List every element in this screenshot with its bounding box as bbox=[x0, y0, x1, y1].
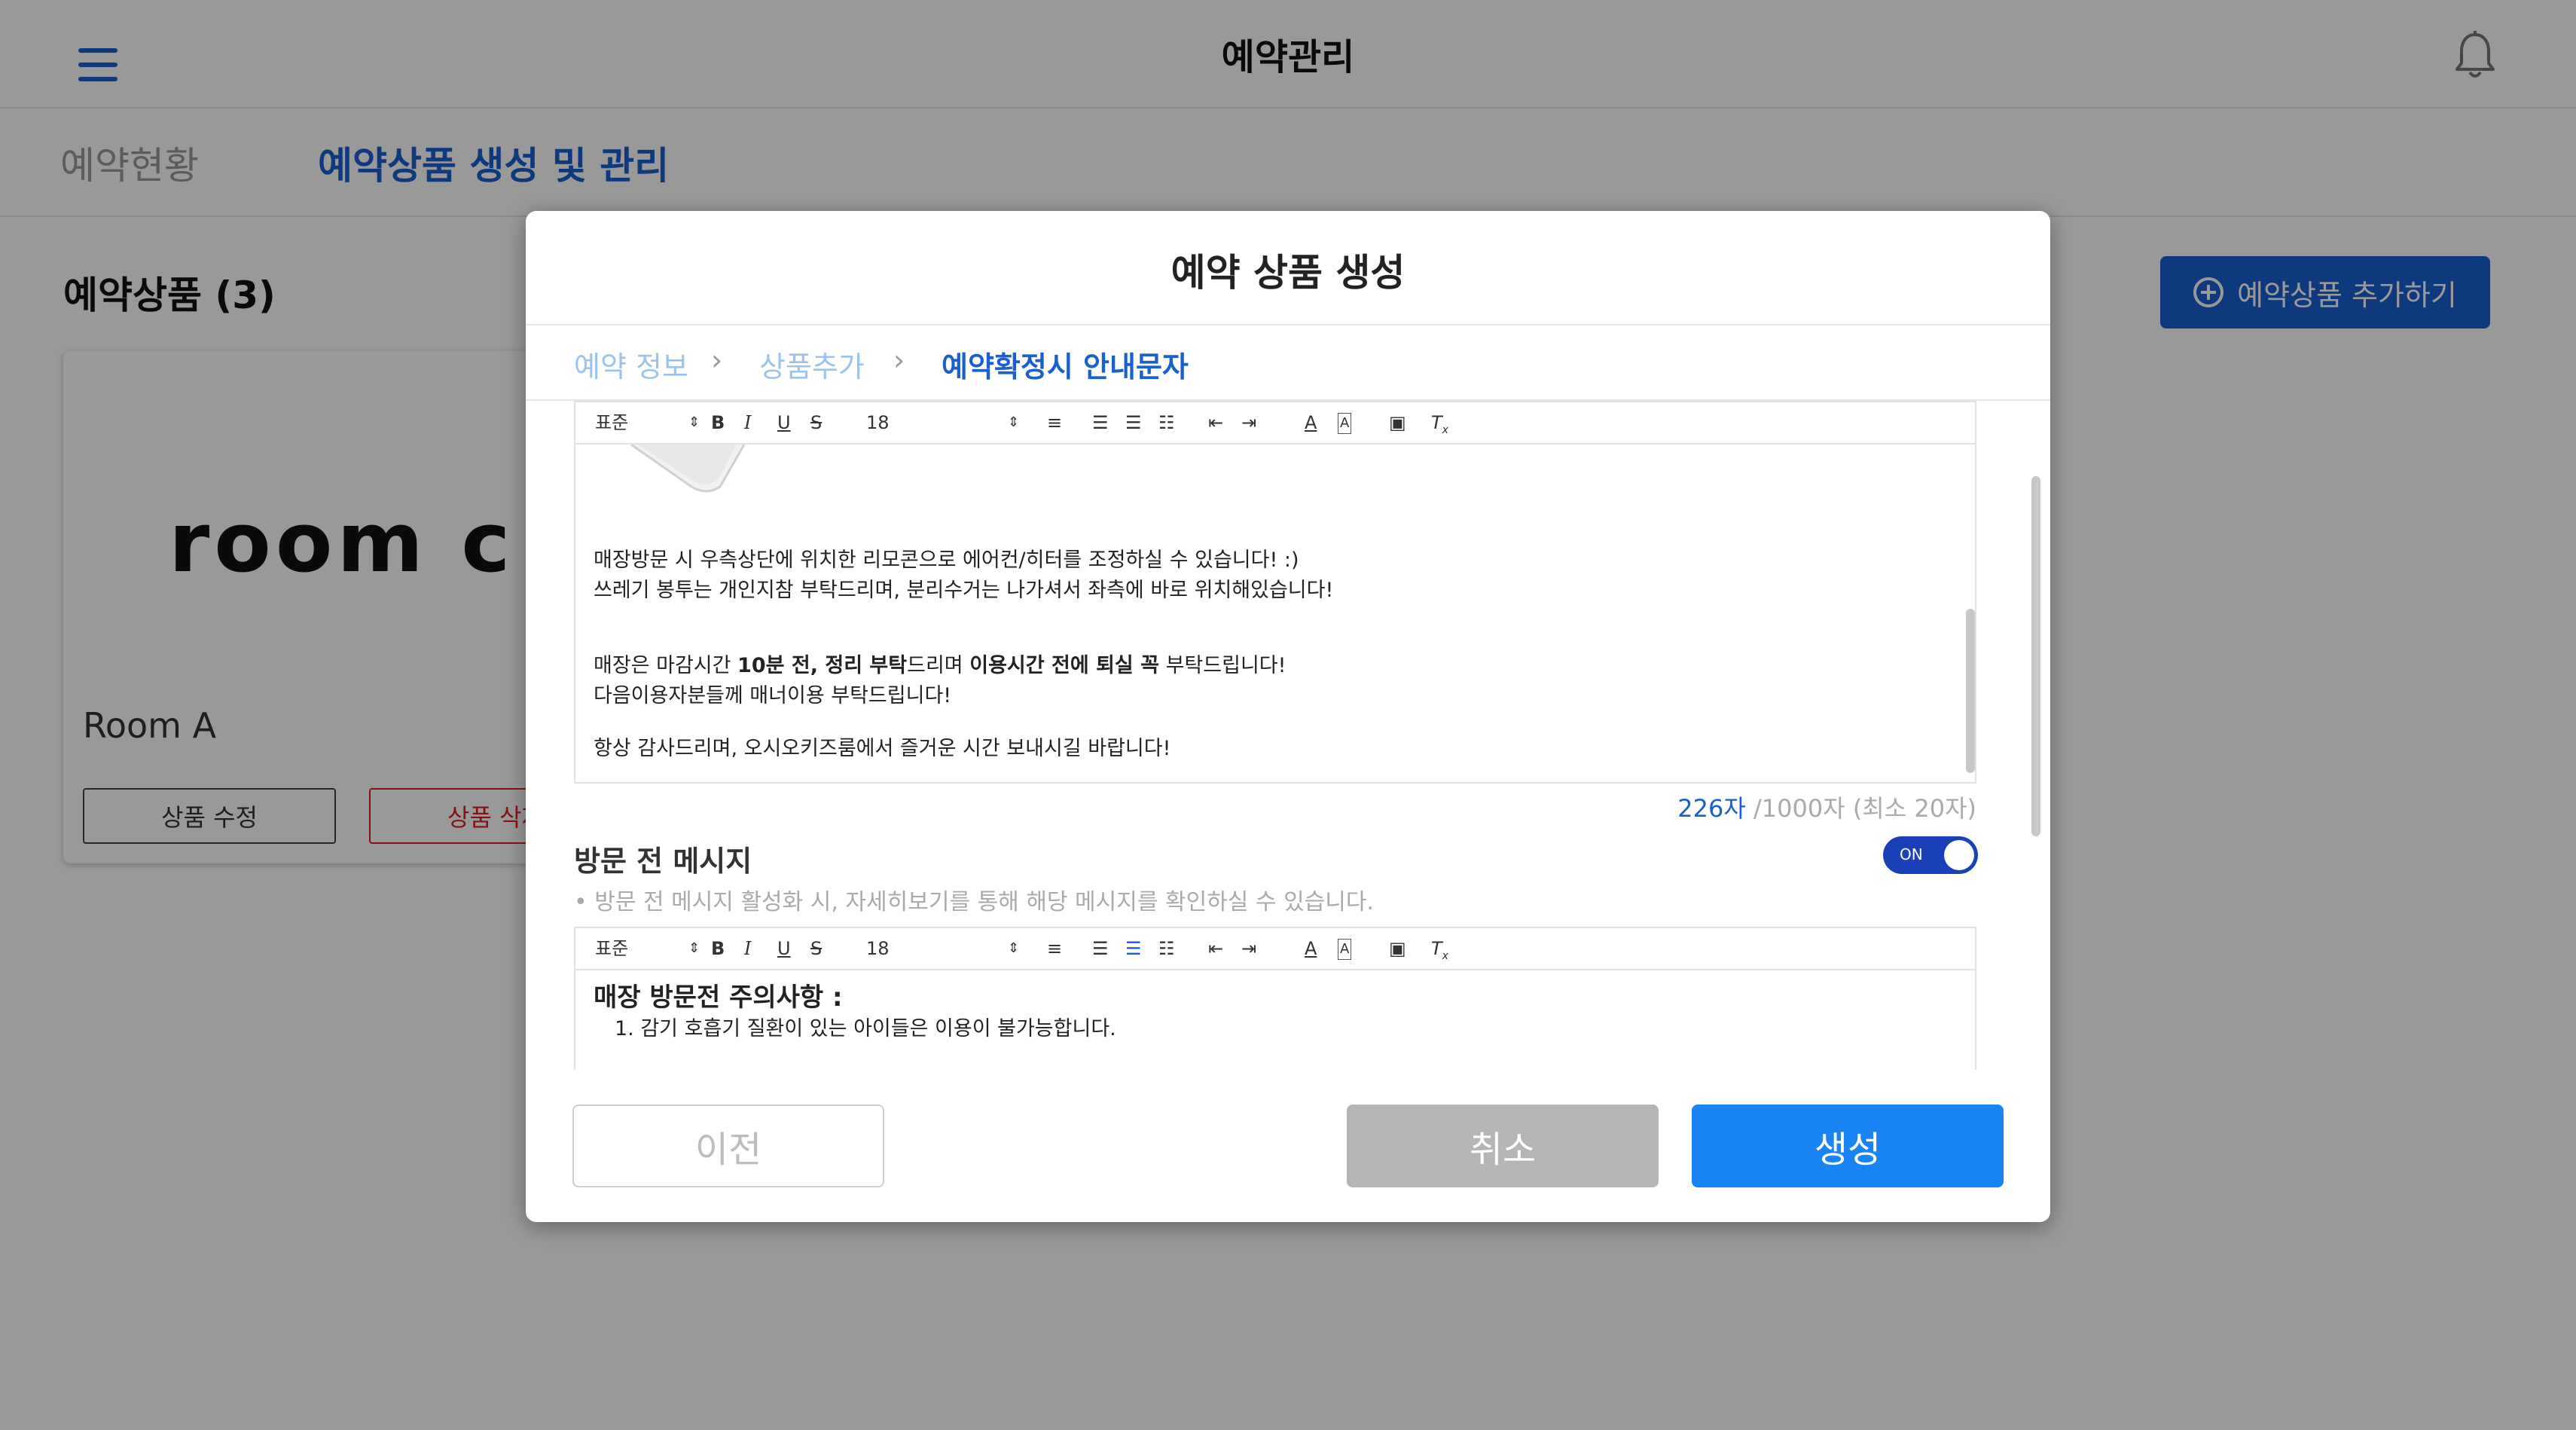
bullet-list-icon[interactable]: ☰ bbox=[1092, 413, 1109, 432]
pre-visit-item: 1. 감기 호흡기 질환이 있는 아이들은 이용이 불가능합니다. bbox=[615, 1017, 1116, 1040]
chevron-right-icon: › bbox=[711, 344, 723, 377]
indent-icon[interactable]: ⇥ bbox=[1241, 939, 1256, 958]
product-image-icon bbox=[630, 443, 746, 493]
strikethrough-icon[interactable]: S bbox=[810, 413, 822, 432]
format-select[interactable]: 표준 bbox=[595, 939, 628, 958]
image-icon[interactable]: ▣ bbox=[1389, 413, 1406, 432]
confirm-message-editor[interactable]: 표준 ⇕ B I U S 18 ⇕ ≡ ☰ ☰ ☷ ⇤ ⇥ A A ▣ Tx 매… bbox=[574, 401, 1976, 784]
pre-visit-heading: 매장 방문전 주의사항 : bbox=[594, 982, 843, 1013]
previous-button[interactable]: 이전 bbox=[572, 1105, 884, 1187]
step-add-product[interactable]: 상품추가 bbox=[759, 344, 865, 385]
modal-footer: 이전 취소 생성 bbox=[526, 1070, 2050, 1222]
pre-visit-toggle[interactable]: ON bbox=[1883, 836, 1978, 874]
modal-header: 예약 상품 생성 bbox=[526, 211, 2050, 325]
font-size-select[interactable]: 18 bbox=[866, 413, 890, 432]
bold-text-run: 10분 전, 정리 부탁 bbox=[737, 654, 908, 677]
outdent-icon[interactable]: ⇤ bbox=[1208, 939, 1223, 958]
background-color-icon[interactable]: A bbox=[1338, 413, 1352, 434]
pre-visit-hint: • 방문 전 메시지 활성화 시, 자세히보기를 통해 해당 메시지를 확인하실… bbox=[574, 889, 1375, 915]
font-size-arrows-icon: ⇕ bbox=[1008, 940, 1020, 956]
step-reservation-info[interactable]: 예약 정보 bbox=[574, 344, 688, 385]
checklist-icon[interactable]: ☷ bbox=[1158, 413, 1175, 432]
pre-visit-title: 방문 전 메시지 bbox=[574, 845, 752, 878]
create-button[interactable]: 생성 bbox=[1692, 1105, 2004, 1187]
modal-scrollbar[interactable] bbox=[2031, 476, 2040, 836]
text-run: 매장은 마감시간 bbox=[594, 654, 738, 677]
cancel-button[interactable]: 취소 bbox=[1347, 1105, 1659, 1187]
bullet-list-icon[interactable]: ☰ bbox=[1092, 939, 1109, 958]
font-size-select[interactable]: 18 bbox=[866, 939, 890, 958]
content-line: 다음이용자분들께 매너이용 부탁드립니다! bbox=[594, 684, 952, 707]
bold-icon[interactable]: B bbox=[711, 413, 725, 432]
content-closing-line: 매장은 마감시간 10분 전, 정리 부탁드리며 이용시간 전에 퇴실 꼭 부탁… bbox=[594, 651, 1286, 681]
image-icon[interactable]: ▣ bbox=[1389, 939, 1406, 958]
text-run: 부탁드립니다! bbox=[1159, 654, 1286, 677]
clear-format-icon[interactable]: Tx bbox=[1431, 413, 1448, 440]
content-line: 항상 감사드리며, 오시오키즈룸에서 즐거운 시간 보내시길 바랍니다! bbox=[594, 737, 1171, 760]
strikethrough-icon[interactable]: S bbox=[810, 939, 822, 958]
format-select[interactable]: 표준 bbox=[595, 413, 628, 432]
italic-icon[interactable]: I bbox=[744, 939, 751, 958]
character-count-current: 226자 bbox=[1677, 794, 1746, 823]
toggle-knob bbox=[1944, 840, 1974, 870]
character-counter: 226자 /1000자 (최소 20자) bbox=[1347, 790, 1976, 824]
indent-icon[interactable]: ⇥ bbox=[1241, 413, 1256, 432]
content-line: 쓰레기 봉투는 개인지참 부탁드리며, 분리수거는 나가셔서 좌측에 바로 위치… bbox=[594, 579, 1334, 602]
content-line: 매장방문 시 우측상단에 위치한 리모콘으로 에어컨/히터를 조정하실 수 있습… bbox=[594, 548, 1299, 572]
underline-icon[interactable]: U bbox=[777, 939, 791, 958]
editor-toolbar: 표준 ⇕ B I U S 18 ⇕ ≡ ☰ ☰ ☷ ⇤ ⇥ A A ▣ Tx bbox=[575, 402, 1975, 445]
format-select-arrows-icon: ⇕ bbox=[688, 940, 700, 956]
step-confirmation-message[interactable]: 예약확정시 안내문자 bbox=[942, 344, 1189, 385]
format-select-arrows-icon: ⇕ bbox=[688, 414, 700, 430]
checklist-icon[interactable]: ☷ bbox=[1158, 939, 1175, 958]
step-breadcrumb: 예약 정보 › 상품추가 › 예약확정시 안내문자 bbox=[526, 325, 2050, 401]
content-image bbox=[594, 443, 932, 544]
chevron-right-icon: › bbox=[893, 344, 905, 377]
text-run: 드리며 bbox=[907, 654, 970, 677]
clear-format-icon[interactable]: Tx bbox=[1431, 939, 1448, 966]
ordered-list-icon[interactable]: ☰ bbox=[1125, 413, 1142, 432]
outdent-icon[interactable]: ⇤ bbox=[1208, 413, 1223, 432]
modal-title: 예약 상품 생성 bbox=[1170, 251, 1406, 295]
bold-text-run: 이용시간 전에 퇴실 꼭 bbox=[969, 654, 1159, 677]
character-count-limit: /1000자 (최소 20자) bbox=[1745, 794, 1976, 823]
create-product-modal: 예약 상품 생성 예약 정보 › 상품추가 › 예약확정시 안내문자 표준 ⇕ … bbox=[526, 211, 2050, 1222]
ordered-list-icon[interactable]: ☰ bbox=[1125, 939, 1142, 958]
text-color-icon[interactable]: A bbox=[1305, 413, 1317, 432]
text-color-icon[interactable]: A bbox=[1305, 939, 1317, 958]
editor-scrollbar[interactable] bbox=[1966, 609, 1975, 773]
font-size-arrows-icon: ⇕ bbox=[1008, 414, 1020, 430]
background-color-icon[interactable]: A bbox=[1338, 939, 1352, 960]
bold-icon[interactable]: B bbox=[711, 939, 725, 958]
underline-icon[interactable]: U bbox=[777, 413, 791, 432]
align-left-icon[interactable]: ≡ bbox=[1047, 939, 1062, 958]
editor-toolbar: 표준 ⇕ B I U S 18 ⇕ ≡ ☰ ☰ ☷ ⇤ ⇥ A A ▣ Tx bbox=[575, 928, 1975, 970]
toggle-label: ON bbox=[1900, 845, 1923, 863]
align-left-icon[interactable]: ≡ bbox=[1047, 413, 1062, 432]
italic-icon[interactable]: I bbox=[744, 413, 751, 432]
